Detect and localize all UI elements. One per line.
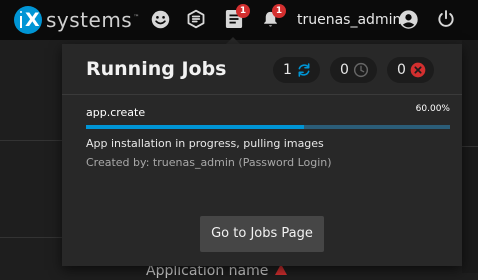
job-percent: 60.00% xyxy=(415,104,450,114)
failed-icon xyxy=(410,62,426,78)
account-icon[interactable] xyxy=(397,8,419,30)
background-divider xyxy=(0,237,62,238)
waiting-jobs-counter[interactable]: 0 xyxy=(330,57,377,83)
background-divider xyxy=(0,140,62,141)
feedback-icon[interactable] xyxy=(149,8,171,30)
background-panel xyxy=(462,40,478,273)
panel-title: Running Jobs xyxy=(86,58,227,80)
job-description: App installation in progress, pulling im… xyxy=(86,137,324,150)
logo-trademark: ™ xyxy=(133,14,140,21)
failed-count: 0 xyxy=(397,62,406,78)
panel-divider xyxy=(62,94,462,95)
background-divider xyxy=(462,146,478,147)
running-jobs-panel: Running Jobs 1 0 0 app.create 60.00% App… xyxy=(62,44,462,266)
job-progress-fill xyxy=(86,125,305,129)
jobs-icon[interactable]: 1 xyxy=(223,4,250,30)
job-created-by: Created by: truenas_admin (Password Logi… xyxy=(86,156,332,169)
running-icon xyxy=(296,62,312,78)
logo-text: systems xyxy=(46,8,133,32)
job-name[interactable]: app.create xyxy=(86,106,145,120)
username-label[interactable]: truenas_admin xyxy=(297,10,401,30)
notifications-badge: 1 xyxy=(272,4,286,18)
panel-pointer xyxy=(226,37,240,44)
job-progress-bar xyxy=(86,125,450,129)
go-to-jobs-page-button[interactable]: Go to Jobs Page xyxy=(200,216,324,252)
waiting-count: 0 xyxy=(340,62,349,78)
ixsystems-logo[interactable]: X systems ™ xyxy=(14,6,139,34)
ix-logo-mark: X xyxy=(14,6,42,34)
truecommand-icon[interactable] xyxy=(185,8,207,30)
failed-jobs-counter[interactable]: 0 xyxy=(387,57,434,83)
running-jobs-counter[interactable]: 1 xyxy=(273,57,320,83)
running-count: 1 xyxy=(283,62,292,78)
top-toolbar: X systems ™ 1 1 truenas_admin xyxy=(0,0,478,40)
waiting-icon xyxy=(353,62,369,78)
notifications-icon[interactable]: 1 xyxy=(259,4,286,30)
power-icon[interactable] xyxy=(435,8,457,30)
jobs-badge: 1 xyxy=(236,4,250,18)
